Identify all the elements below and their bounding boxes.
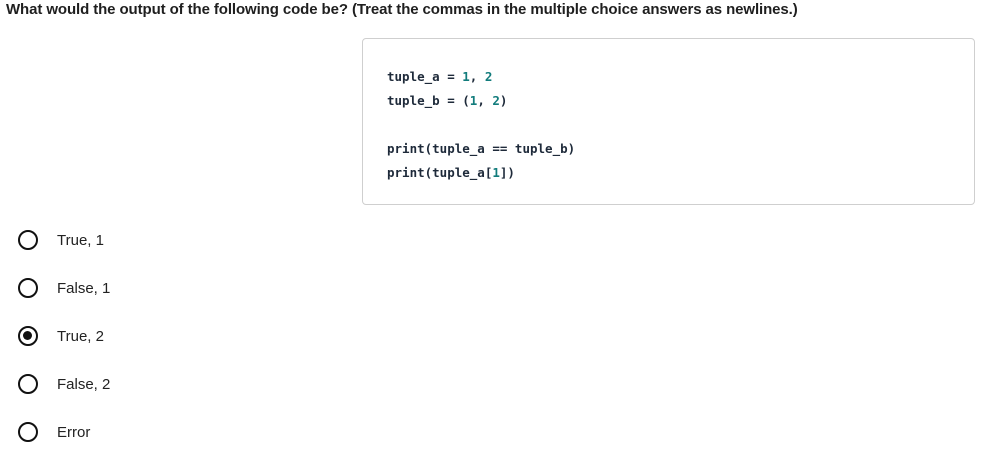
code-number: 2 — [492, 93, 500, 108]
code-content: tuple_a = 1, 2 tuple_b = (1, 2) print(tupl… — [387, 65, 575, 185]
answer-option[interactable]: Error — [18, 420, 90, 444]
code-token: ) — [499, 93, 508, 108]
code-block: tuple_a = 1, 2 tuple_b = (1, 2) print(tupl… — [362, 38, 975, 205]
radio-unselected-icon[interactable] — [18, 278, 38, 298]
answer-label: True, 2 — [57, 327, 104, 345]
answer-option[interactable]: False, 2 — [18, 372, 110, 396]
code-number: 2 — [484, 69, 493, 84]
radio-selected-icon[interactable] — [18, 326, 38, 346]
answer-option[interactable]: True, 1 — [18, 228, 104, 252]
code-line: print(tuple_a == tuple_b) — [387, 137, 575, 161]
code-token: tuple_b = ( — [387, 93, 470, 108]
answer-option[interactable]: False, 1 — [18, 276, 110, 300]
code-token: print(tuple_a[ — [387, 165, 493, 180]
code-token: print(tuple_a == tuple_b) — [387, 141, 576, 156]
question-text: What would the output of the following c… — [6, 1, 798, 18]
answer-label: True, 1 — [57, 231, 104, 249]
radio-unselected-icon[interactable] — [18, 374, 38, 394]
code-line: tuple_a = 1, 2 — [387, 65, 575, 89]
radio-unselected-icon[interactable] — [18, 422, 38, 442]
answer-label: False, 2 — [57, 375, 111, 393]
code-token: , — [469, 69, 485, 84]
radio-unselected-icon[interactable] — [18, 230, 38, 250]
answer-label: Error — [57, 423, 91, 441]
code-number: 1 — [462, 69, 470, 84]
code-token: , — [477, 93, 493, 108]
code-line: tuple_b = (1, 2) — [387, 89, 575, 113]
code-token: tuple_a = — [387, 69, 463, 84]
answer-label: False, 1 — [57, 279, 111, 297]
code-line: print(tuple_a[1]) — [387, 161, 575, 185]
answer-option[interactable]: True, 2 — [18, 324, 104, 348]
code-number: 1 — [492, 165, 500, 180]
code-token: ]) — [499, 165, 515, 180]
